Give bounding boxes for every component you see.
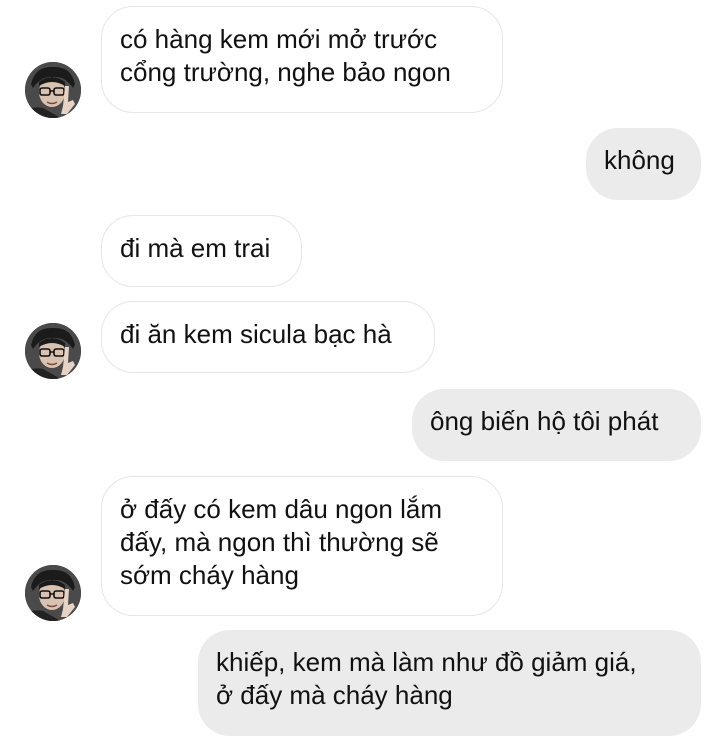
message-bubble-outgoing[interactable]: khiếp, kem mà làm như đồ giảm giá, ở đấy… (198, 630, 701, 736)
avatar-photo-icon (25, 62, 81, 118)
message-bubble-outgoing[interactable]: ông biến hộ tôi phát (412, 389, 701, 461)
message-bubble-incoming[interactable]: đi mà em trai (101, 215, 302, 287)
message-bubble-incoming[interactable]: có hàng kem mới mở trước cổng trường, ng… (101, 6, 503, 113)
message-bubble-incoming[interactable]: đi ăn kem sicula bạc hà (101, 301, 435, 373)
contact-avatar[interactable] (25, 323, 81, 379)
message-bubble-outgoing[interactable]: không (586, 128, 701, 200)
avatar-photo-icon (25, 565, 81, 621)
avatar-photo-icon (25, 323, 81, 379)
contact-avatar[interactable] (25, 565, 81, 621)
message-bubble-incoming[interactable]: ở đấy có kem dâu ngon lắm đấy, mà ngon t… (101, 476, 503, 616)
contact-avatar[interactable] (25, 62, 81, 118)
